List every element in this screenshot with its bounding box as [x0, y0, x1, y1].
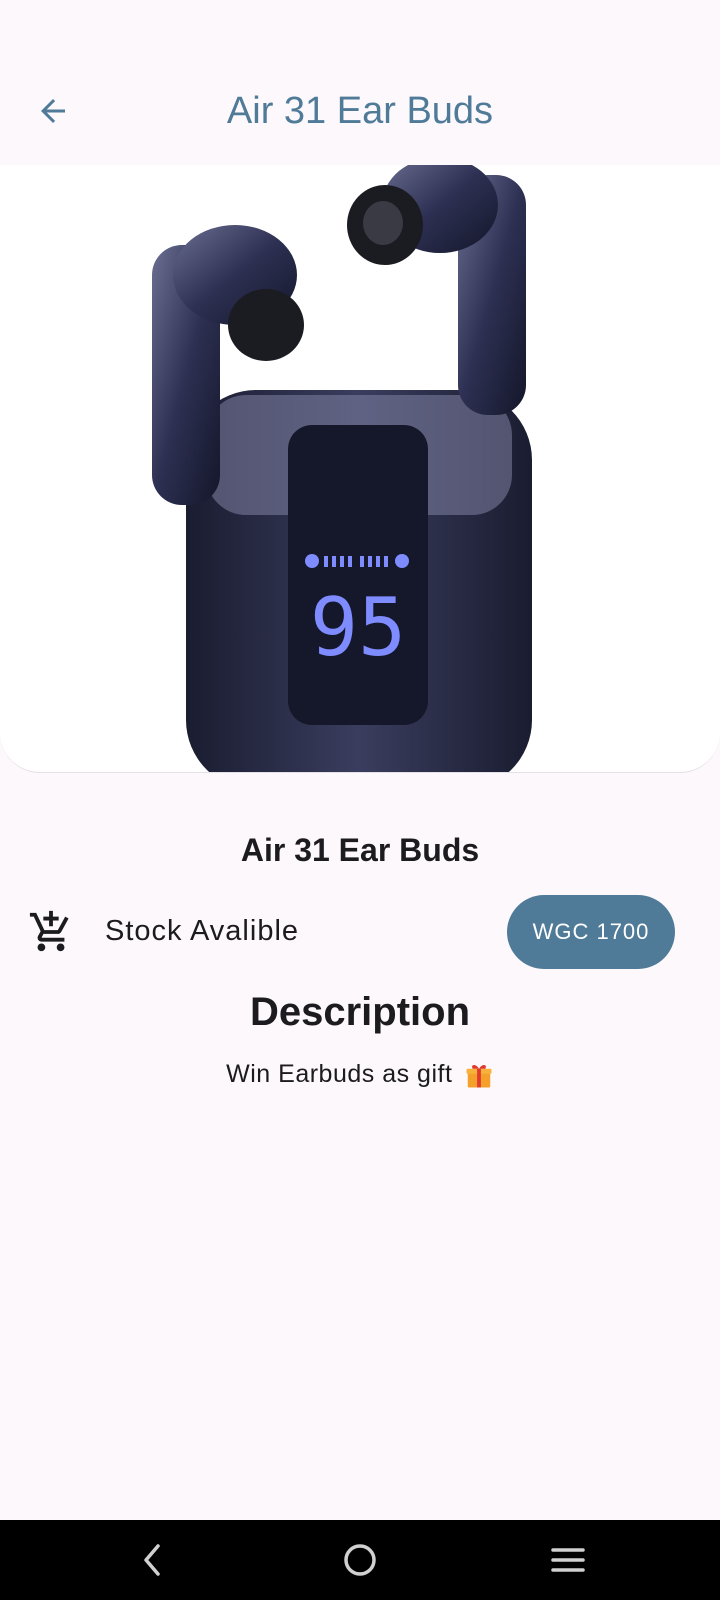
nav-home-button[interactable]	[336, 1538, 384, 1582]
nav-back-icon	[144, 1544, 160, 1576]
description-heading: Description	[249, 990, 471, 1034]
description-text: Win Earbuds as gift	[0, 1060, 720, 1090]
gift-icon	[466, 1065, 492, 1088]
app-bar: Air 31 Ear Buds	[0, 62, 720, 166]
nav-back-button[interactable]	[128, 1538, 176, 1582]
description-body: Win Earbuds as gift	[226, 1060, 453, 1088]
page-title: Air 31 Ear Buds	[226, 90, 494, 132]
stock-row: Stock Avalible WGC 1700	[0, 895, 720, 969]
earbuds-illustration: 95	[152, 165, 532, 772]
price-button[interactable]: WGC 1700	[507, 895, 675, 969]
case-display-number: 95	[310, 581, 406, 674]
add-shopping-cart-icon	[29, 910, 69, 952]
nav-home-icon	[344, 1544, 376, 1576]
stock-status-label: Stock Avalible	[105, 915, 300, 947]
navigation-bar	[0, 1520, 720, 1600]
product-image: 95	[0, 165, 720, 773]
product-name: Air 31 Ear Buds	[240, 832, 480, 868]
nav-menu-icon	[551, 1548, 585, 1572]
product-detail-screen: Air 31 Ear Buds 95 Air 31 Ear Buds Stock…	[0, 0, 720, 1600]
status-bar	[0, 0, 720, 62]
nav-menu-button[interactable]	[544, 1538, 592, 1582]
